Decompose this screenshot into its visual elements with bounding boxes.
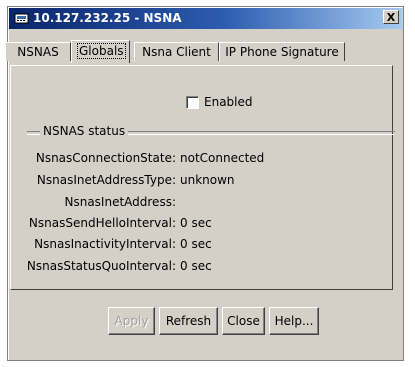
tab-nsnas-label: NSNAS [17,45,59,59]
field-label: NsnasStatusQuoInterval: [26,259,176,273]
field-label-inet-address-type: NsnasInetAddressType: [0,173,176,189]
field-label-inet-address: NsnasInetAddress: [0,195,176,211]
field-label-connection-state: NsnasConnectionState: [0,151,176,167]
tab-ip-phone-signature[interactable]: IP Phone Signature [219,42,345,61]
tab-globals[interactable]: Globals [71,40,130,63]
field-label: NsnasConnectionState: [35,151,176,165]
tab-nsnas[interactable]: NSNAS [5,42,71,61]
field-value: unknown [180,173,235,187]
field-value-inet-address-type: unknown [180,173,380,189]
enabled-option[interactable]: Enabled [186,94,253,110]
nsnas-status-group-title: NSNAS status [40,124,129,138]
field-value: 0 sec [180,259,212,273]
field-value-send-hello-interval: 0 sec [180,216,380,232]
field-value-inet-address [180,195,380,211]
field-label-inactivity-interval: NsnasInactivityInterval: [0,237,176,253]
field-label-send-hello-interval: NsnasSendHelloInterval: [0,216,176,232]
field-label: NsnasInetAddress: [64,195,176,209]
field-value: 0 sec [180,216,212,230]
tab-globals-label: Globals [77,43,126,59]
enabled-checkbox[interactable] [186,95,199,109]
field-label: NsnasInetAddressType: [36,173,176,187]
refresh-button[interactable]: Refresh [159,307,218,335]
field-label-status-quo-interval: NsnasStatusQuoInterval: [0,259,176,275]
window-title: 10.127.232.25 - NSNA [33,11,182,25]
field-value: notConnected [180,151,265,165]
field-value: 0 sec [180,237,212,251]
apply-button[interactable]: Apply [108,307,155,335]
tab-nsna-client[interactable]: Nsna Client [134,42,219,61]
field-label: NsnasSendHelloInterval: [28,216,176,230]
field-value-inactivity-interval: 0 sec [180,237,380,253]
close-button[interactable]: Close [222,307,265,335]
field-value-connection-state: notConnected [180,151,380,167]
device-icon [14,13,29,24]
help-button[interactable]: Help... [269,307,319,335]
field-value-status-quo-interval: 0 sec [180,259,380,275]
field-label: NsnasInactivityInterval: [34,237,176,251]
tab-nsna-client-label: Nsna Client [142,45,211,59]
tab-ip-phone-signature-label: IP Phone Signature [225,45,339,59]
close-window-button[interactable]: X [383,10,399,24]
enabled-label: Enabled [204,95,253,109]
title-bar[interactable]: 10.127.232.25 - NSNA X [9,8,402,29]
